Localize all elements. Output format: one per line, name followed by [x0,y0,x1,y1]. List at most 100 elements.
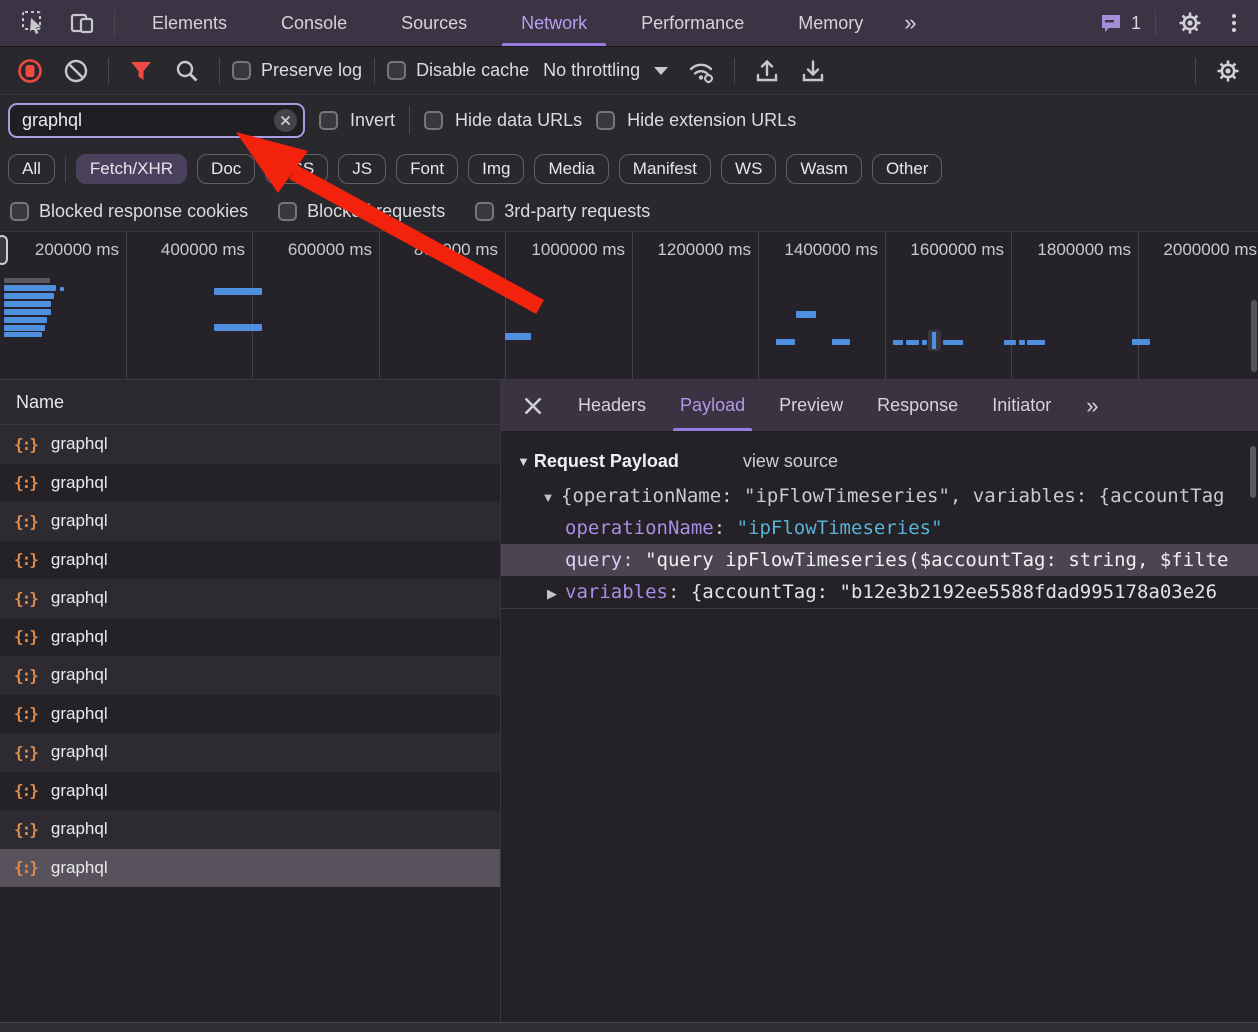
timeline-request-bar [796,311,816,318]
filter-input[interactable] [10,110,303,131]
detail-tab-response[interactable]: Response [860,380,975,431]
request-row[interactable]: {:}graphql [0,656,500,695]
request-name: graphql [51,511,108,531]
type-filter-manifest[interactable]: Manifest [619,154,711,184]
timeline-request-bar [922,340,927,345]
divider [374,58,375,84]
request-row[interactable]: {:}graphql [0,425,500,464]
detail-tab-initiator[interactable]: Initiator [975,380,1068,431]
request-row[interactable]: {:}graphql [0,810,500,849]
request-row[interactable]: {:}graphql [0,541,500,580]
preserve-log-checkbox[interactable] [232,61,251,80]
divider [409,106,410,134]
detail-tab-preview[interactable]: Preview [762,380,860,431]
name-column-header[interactable]: Name [0,380,500,425]
type-filter-img[interactable]: Img [468,154,524,184]
request-row[interactable]: {:}graphql [0,772,500,811]
settings-button[interactable] [1170,6,1210,40]
blocked-requests-checkbox[interactable] [278,202,297,221]
type-filter-media[interactable]: Media [534,154,608,184]
payload-panel: ▼ Request Payload view source ▼{operatio… [501,432,1258,609]
request-name: graphql [51,627,108,647]
request-row[interactable]: {:}graphql [0,618,500,657]
request-row[interactable]: {:}graphql [0,695,500,734]
overview-scrollbar[interactable] [1251,300,1257,372]
messages-bubble-icon [1099,11,1123,35]
issues-counter[interactable]: 1 [1099,11,1141,35]
import-har-button[interactable] [747,54,787,88]
more-panels-button[interactable]: » [890,0,928,46]
filter-toggle-button[interactable] [121,54,161,88]
type-filter-font[interactable]: Font [396,154,458,184]
selected-request-marker [928,330,941,351]
request-payload-section[interactable]: ▼ Request Payload view source [501,442,1258,480]
request-row[interactable]: {:}graphql [0,579,500,618]
type-filter-other[interactable]: Other [872,154,943,184]
triangle-down-icon[interactable]: ▼ [535,482,561,512]
3rd-party-requests-checkbox[interactable] [475,202,494,221]
network-conditions-button[interactable] [682,54,722,88]
type-filter-css[interactable]: CSS [265,154,328,184]
timeline-tick-label: 1400000 ms [760,240,878,260]
type-filter-js[interactable]: JS [338,154,386,184]
detail-tab-payload[interactable]: Payload [663,380,762,431]
hide-extension-urls-checkbox[interactable] [596,111,615,130]
payload-preview-row[interactable]: ▼{operationName: "ipFlowTimeseries", var… [501,480,1258,512]
timeline-request-bar [943,340,963,345]
detail-tabbar: HeadersPayloadPreviewResponseInitiator » [501,380,1258,432]
tab-console[interactable]: Console [254,0,374,46]
window-bottom-edge [0,1022,1258,1032]
inspect-element-button[interactable] [14,6,54,40]
network-overview-timeline[interactable]: 200000 ms400000 ms600000 ms800000 ms1000… [0,232,1258,380]
timeline-request-bar [4,325,45,331]
type-filter-fetch-xhr[interactable]: Fetch/XHR [76,154,187,184]
blocked-response-cookies-checkbox[interactable] [10,202,29,221]
divider [65,156,66,182]
request-row[interactable]: {:}graphql [0,849,500,888]
network-split-view: Name {:}graphql{:}graphql{:}graphql{:}gr… [0,380,1258,1022]
timeline-gridline [505,232,506,379]
type-filter-doc[interactable]: Doc [197,154,255,184]
hide-data-urls-checkbox[interactable] [424,111,443,130]
tab-elements[interactable]: Elements [125,0,254,46]
more-detail-tabs-button[interactable]: » [1074,380,1108,431]
throttling-select[interactable]: No throttling [535,60,676,81]
detail-tab-headers[interactable]: Headers [561,380,663,431]
payload-property-row[interactable]: query: "query ipFlowTimeseries($accountT… [501,544,1258,576]
more-options-button[interactable] [1224,14,1244,32]
type-filter-wasm[interactable]: Wasm [786,154,862,184]
divider [219,58,220,84]
detail-scrollbar[interactable] [1250,446,1256,498]
payload-property-row[interactable]: operationName: "ipFlowTimeseries" [501,512,1258,544]
payload-value: "query ipFlowTimeseries($accountTag: str… [645,549,1228,571]
blocked-requests-control: Blocked requests [278,201,445,222]
export-har-button[interactable] [793,54,833,88]
payload-property-row[interactable]: ▶variables: {accountTag: "b12e3b2192ee55… [501,576,1258,608]
tab-network[interactable]: Network [494,0,614,46]
timeline-request-bar [4,293,54,299]
request-row[interactable]: {:}graphql [0,464,500,503]
clear-network-log-button[interactable] [56,54,96,88]
record-network-log-button[interactable] [10,54,50,88]
tab-memory[interactable]: Memory [771,0,890,46]
request-row[interactable]: {:}graphql [0,733,500,772]
overview-left-grip[interactable] [0,235,8,265]
invert-checkbox[interactable] [319,111,338,130]
network-settings-button[interactable] [1208,54,1248,88]
toggle-device-toolbar-button[interactable] [62,6,102,40]
type-filter-all[interactable]: All [8,154,55,184]
timeline-tick-label: 1800000 ms [1013,240,1131,260]
clear-filter-button[interactable] [274,109,297,132]
disable-cache-label: Disable cache [416,60,529,81]
tab-sources[interactable]: Sources [374,0,494,46]
type-filter-ws[interactable]: WS [721,154,776,184]
tab-performance[interactable]: Performance [614,0,771,46]
request-row[interactable]: {:}graphql [0,502,500,541]
triangle-right-icon[interactable]: ▶ [539,578,565,608]
close-detail-button[interactable] [511,380,555,431]
fetch-xhr-icon: {:} [14,781,37,800]
chevron-down-icon [654,67,668,75]
view-source-link[interactable]: view source [743,451,838,472]
search-button[interactable] [167,54,207,88]
disable-cache-checkbox[interactable] [387,61,406,80]
